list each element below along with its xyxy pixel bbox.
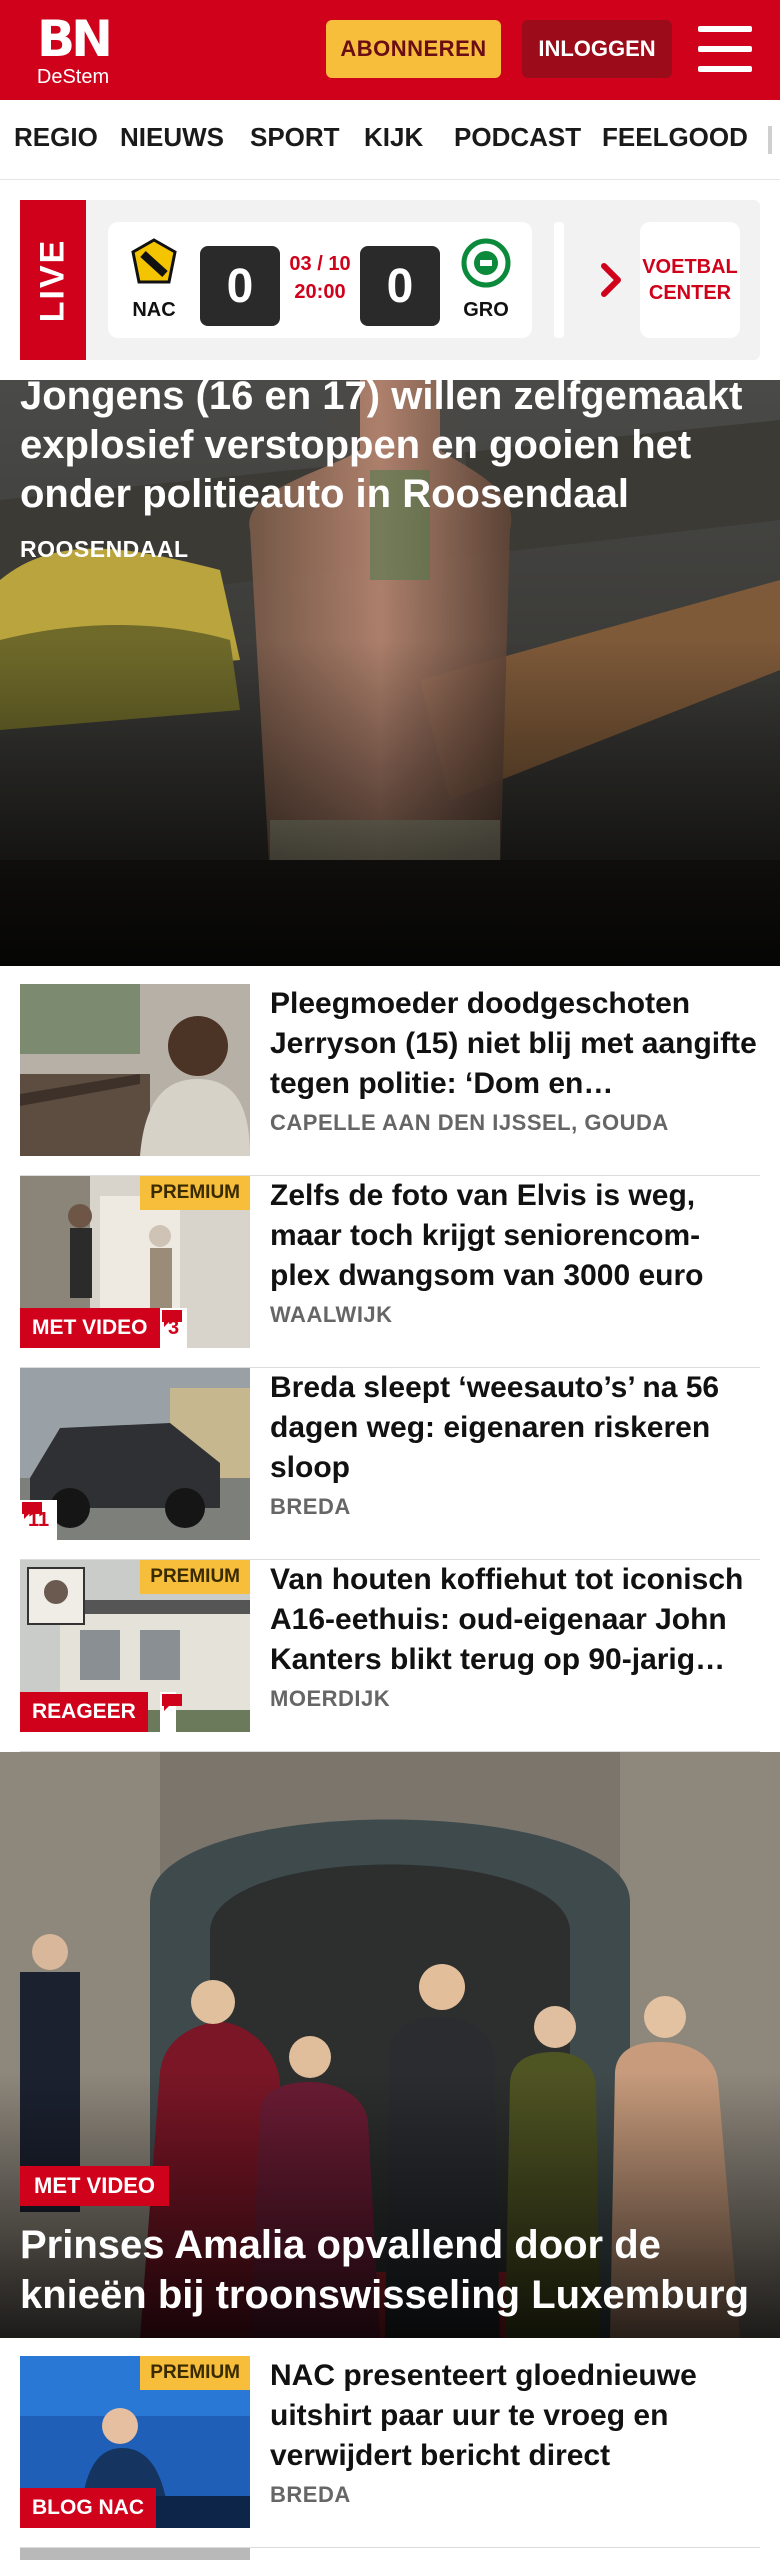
article-thumbnail: 11 bbox=[20, 1368, 250, 1540]
article-image bbox=[20, 984, 250, 1156]
away-team-name: GRO bbox=[463, 299, 509, 321]
live-score-widget: LIVE NAC 0 03 / 10 20:00 0 GRO VOETBAL C… bbox=[20, 200, 760, 360]
list-item[interactable]: PREMIUM REAGEER Van houten koffiehut tot… bbox=[20, 1560, 760, 1752]
article-location: BREDA bbox=[270, 2482, 351, 2507]
kickoff-time: 03 / 10 20:00 bbox=[280, 250, 360, 306]
premium-badge: PREMIUM bbox=[140, 1176, 250, 1210]
article-title[interactable]: Pleegmoeder doodgeschoten Jerryson (15) … bbox=[270, 984, 760, 1104]
video-label: MET VIDEO bbox=[20, 1308, 160, 1348]
video-label: MET VIDEO bbox=[20, 2166, 170, 2206]
bn-destem-logo[interactable]: BN DeStem bbox=[28, 14, 118, 88]
nav-item-podcast[interactable]: PODCAST bbox=[454, 122, 581, 153]
comment-count[interactable]: 3 bbox=[160, 1308, 188, 1348]
team-home: NAC bbox=[124, 238, 184, 322]
nav-item-sport[interactable]: SPORT bbox=[250, 122, 340, 153]
match-date: 03 / 10 bbox=[289, 253, 351, 275]
article-thumbnail: PREMIUM REAGEER bbox=[20, 1560, 250, 1732]
live-tag: LIVE bbox=[20, 200, 86, 360]
live-carousel-divider bbox=[554, 222, 564, 338]
article-title[interactable]: NAC presenteert gloednieuwe uitshirt paa… bbox=[270, 2356, 760, 2476]
menu-icon[interactable] bbox=[698, 26, 752, 72]
logo-main: BN bbox=[37, 10, 113, 68]
comment-count[interactable]: 11 bbox=[20, 1500, 58, 1540]
article-thumbnail: PREMIUM MET VIDEO 3 bbox=[20, 1176, 250, 1348]
top-bar: BN DeStem ABONNEREN INLOGGEN bbox=[0, 0, 780, 100]
comment-count[interactable] bbox=[160, 1692, 182, 1732]
article-location: BREDA bbox=[270, 1494, 351, 1519]
subscribe-button[interactable]: ABONNEREN bbox=[326, 20, 501, 78]
away-score: 0 bbox=[360, 246, 440, 326]
feature-title[interactable]: Prinses Amalia opvallend door de knieën … bbox=[20, 2220, 770, 2320]
list-item[interactable]: PREMIUM MET VIDEO 3 Zelfs de foto van El… bbox=[20, 1176, 760, 1368]
comment-icon bbox=[22, 1502, 42, 1519]
comment-icon bbox=[162, 1310, 182, 1327]
comment-icon bbox=[162, 1694, 182, 1711]
hero-title[interactable]: Jongens (16 en 17) willen zelfgemaakt ex… bbox=[20, 372, 760, 519]
hero-gradient bbox=[0, 640, 780, 966]
nav-item-kijk[interactable]: KIJK bbox=[364, 122, 423, 153]
voetbal-label: VOETBAL bbox=[642, 256, 738, 278]
logo-sub: DeStem bbox=[36, 66, 110, 88]
home-score: 0 bbox=[200, 246, 280, 326]
nav-item-feelgood[interactable]: FEELGOOD bbox=[602, 122, 748, 153]
article-title[interactable]: Zelfs de foto van Elvis is weg, maar toc… bbox=[270, 1176, 760, 1296]
groningen-crest-icon bbox=[461, 238, 511, 288]
reageer-label[interactable]: REAGEER bbox=[20, 1692, 148, 1732]
section-nav: REGIO NIEUWS SPORT KIJK PODCAST FEELGOOD bbox=[0, 100, 780, 180]
premium-badge: PREMIUM bbox=[140, 2356, 250, 2390]
nac-crest-icon bbox=[131, 238, 177, 284]
center-label: CENTER bbox=[648, 282, 732, 304]
nav-item-regio[interactable]: REGIO bbox=[14, 122, 98, 153]
article-title[interactable]: Breda sleept ‘weesauto’s’ na 56 dagen we… bbox=[270, 1368, 760, 1488]
login-button[interactable]: INLOGGEN bbox=[522, 20, 672, 78]
list-item[interactable]: PREMIUM BLOG NAC NAC presenteert gloedni… bbox=[20, 2356, 760, 2548]
nav-item-nieuws[interactable]: NIEUWS bbox=[120, 122, 224, 153]
article-thumbnail: PREMIUM BLOG NAC bbox=[20, 2356, 250, 2528]
article-title[interactable]: Van houten koffiehut tot iconisch A16-ee… bbox=[270, 1560, 760, 1680]
premium-badge: PREMIUM bbox=[140, 1560, 250, 1594]
match-card[interactable]: NAC 0 03 / 10 20:00 0 GRO bbox=[108, 222, 532, 338]
list-item[interactable]: 11 Breda sleept ‘weesauto’s’ na 56 dagen… bbox=[20, 1368, 760, 1560]
chevron-right-icon[interactable] bbox=[588, 256, 636, 304]
nav-overflow-indicator bbox=[768, 126, 772, 154]
home-team-name: NAC bbox=[132, 299, 176, 321]
blog-label: BLOG NAC bbox=[20, 2488, 156, 2528]
team-away: GRO bbox=[456, 238, 516, 322]
live-label: LIVE bbox=[33, 238, 72, 322]
article-location: CAPELLE AAN DEN IJSSEL, GOUDA bbox=[270, 1110, 669, 1135]
voetbal-center-link[interactable]: VOETBAL CENTER bbox=[640, 222, 740, 338]
next-article-thumbnail bbox=[20, 2548, 250, 2560]
list-item[interactable]: Pleegmoeder doodgeschoten Jerryson (15) … bbox=[20, 984, 760, 1176]
match-time: 20:00 bbox=[294, 281, 346, 303]
hero-location: ROOSENDAAL bbox=[20, 536, 189, 562]
article-location: WAALWIJK bbox=[270, 1302, 393, 1327]
article-thumbnail bbox=[20, 984, 250, 1156]
article-location: MOERDIJK bbox=[270, 1686, 391, 1711]
